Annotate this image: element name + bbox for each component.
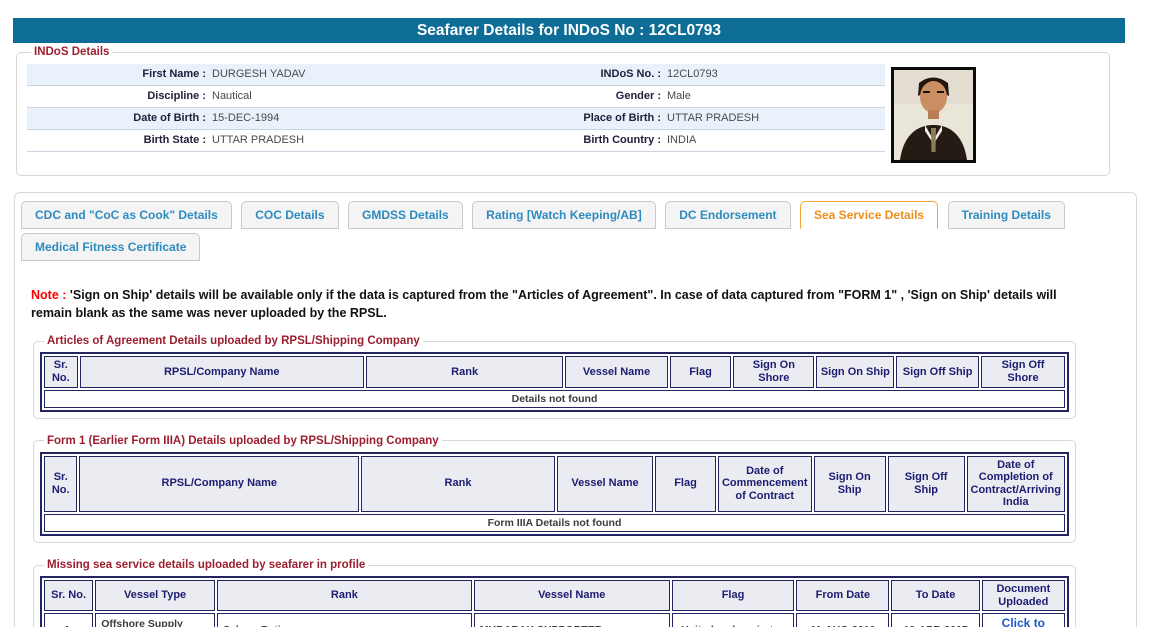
form1-section: Form 1 (Earlier Form IIIA) Details uploa… — [33, 435, 1076, 544]
table-row: Form IIIA Details not found — [44, 514, 1065, 532]
tab-sea-service-details[interactable]: Sea Service Details — [800, 201, 938, 229]
table-row: 1. Offshore Supply Vessel Saloon Rating … — [44, 613, 1065, 627]
detail-row: Date of Birth : 15-DEC-1994 Place of Bir… — [27, 108, 885, 130]
empty-message: Details not found — [44, 390, 1065, 408]
cell-from-date: 11-AUG-2016 — [796, 613, 889, 627]
col-rpsl-company-name: RPSL/Company Name — [80, 356, 364, 387]
page-title-bar: Seafarer Details for INDoS No : 12CL0793 — [13, 18, 1125, 43]
articles-of-agreement-legend: Articles of Agreement Details uploaded b… — [44, 335, 423, 347]
detail-row: Birth State : UTTAR PRADESH Birth Countr… — [27, 130, 885, 152]
articles-of-agreement-section: Articles of Agreement Details uploaded b… — [33, 335, 1076, 418]
cell-flag: United arab emirates — [672, 613, 795, 627]
tab-rating-watch-keeping-ab[interactable]: Rating [Watch Keeping/AB] — [472, 201, 656, 229]
col-flag: Flag — [670, 356, 732, 387]
tab-bar-row-2: Medical Fitness Certificate — [21, 233, 1136, 261]
sea-service-panel: CDC and "CoC as Cook" Details COC Detail… — [14, 192, 1137, 627]
cell-document-uploaded: Click to View — [982, 613, 1065, 627]
page: Seafarer Details for INDoS No : 12CL0793… — [0, 0, 1155, 627]
cell-rank: Saloon Rating — [217, 613, 472, 627]
note: Note : 'Sign on Ship' details will be av… — [31, 286, 1096, 322]
table-header-row: Sr. No. RPSL/Company Name Rank Vessel Na… — [44, 356, 1065, 387]
col-vessel-name: Vessel Name — [474, 580, 670, 611]
col-sign-on-ship: Sign On Ship — [816, 356, 894, 387]
click-to-view-link[interactable]: Click to View — [988, 616, 1059, 627]
field-value-gender: Male — [667, 86, 885, 107]
field-value-indos-no: 12CL0793 — [667, 64, 885, 85]
missing-sea-service-section: Missing sea service details uploaded by … — [33, 559, 1076, 627]
col-flag: Flag — [655, 456, 716, 513]
tab-gmdss-details[interactable]: GMDSS Details — [348, 201, 463, 229]
col-vessel-type: Vessel Type — [95, 580, 215, 611]
cell-sr-no: 1. — [44, 613, 93, 627]
tab-bar-row-1: CDC and "CoC as Cook" Details COC Detail… — [21, 201, 1136, 229]
missing-sea-service-table: Sr. No. Vessel Type Rank Vessel Name Fla… — [40, 576, 1069, 627]
field-label-birth-country: Birth Country : — [512, 130, 667, 151]
col-rank: Rank — [217, 580, 472, 611]
col-rpsl-company-name: RPSL/Company Name — [79, 456, 359, 513]
indos-details-legend: INDoS Details — [31, 46, 112, 58]
col-sign-off-shore: Sign Off Shore — [981, 356, 1065, 387]
indos-details-section: INDoS Details First Name : DURGESH YADAV… — [16, 46, 1110, 176]
form1-legend: Form 1 (Earlier Form IIIA) Details uploa… — [44, 435, 442, 447]
articles-of-agreement-table: Sr. No. RPSL/Company Name Rank Vessel Na… — [40, 352, 1069, 411]
missing-sea-service-legend: Missing sea service details uploaded by … — [44, 559, 368, 571]
seafarer-photo — [891, 67, 976, 163]
field-value-place-of-birth: UTTAR PRADESH — [667, 108, 885, 129]
field-label-indos-no: INDoS No. : — [512, 64, 667, 85]
page-title: Seafarer Details for INDoS No : 12CL0793 — [417, 22, 721, 39]
col-sign-off-ship: Sign Off Ship — [888, 456, 965, 513]
field-value-first-name: DURGESH YADAV — [212, 64, 512, 85]
tab-dc-endorsement[interactable]: DC Endorsement — [665, 201, 790, 229]
field-label-date-of-birth: Date of Birth : — [27, 108, 212, 129]
cell-vessel-type: Offshore Supply Vessel — [95, 613, 215, 627]
col-vessel-name: Vessel Name — [565, 356, 667, 387]
col-date-of-completion: Date of Completion of Contract/Arriving … — [967, 456, 1065, 513]
cell-to-date: 10-APR-2017 — [891, 613, 979, 627]
empty-message: Form IIIA Details not found — [44, 514, 1065, 532]
field-label-discipline: Discipline : — [27, 86, 212, 107]
field-label-birth-state: Birth State : — [27, 130, 212, 151]
tab-training-details[interactable]: Training Details — [948, 201, 1065, 229]
note-text: 'Sign on Ship' details will be available… — [31, 288, 1057, 320]
indos-details-table: First Name : DURGESH YADAV INDoS No. : 1… — [27, 64, 885, 152]
detail-row: First Name : DURGESH YADAV INDoS No. : 1… — [27, 64, 885, 86]
col-sr-no: Sr. No. — [44, 356, 78, 387]
col-rank: Rank — [361, 456, 555, 513]
col-rank: Rank — [366, 356, 564, 387]
detail-row: Discipline : Nautical Gender : Male — [27, 86, 885, 108]
field-value-discipline: Nautical — [212, 86, 512, 107]
col-sign-on-shore: Sign On Shore — [733, 356, 814, 387]
col-from-date: From Date — [796, 580, 889, 611]
field-value-date-of-birth: 15-DEC-1994 — [212, 108, 512, 129]
tab-cdc-coc-as-cook-details[interactable]: CDC and "CoC as Cook" Details — [21, 201, 232, 229]
col-sign-on-ship: Sign On Ship — [814, 456, 886, 513]
tab-medical-fitness-certificate[interactable]: Medical Fitness Certificate — [21, 233, 200, 261]
table-row: Details not found — [44, 390, 1065, 408]
col-document-uploaded: Document Uploaded — [982, 580, 1065, 611]
seafarer-photo-image — [894, 70, 973, 160]
form1-table: Sr. No. RPSL/Company Name Rank Vessel Na… — [40, 452, 1069, 537]
table-header-row: Sr. No. RPSL/Company Name Rank Vessel Na… — [44, 456, 1065, 513]
field-label-first-name: First Name : — [27, 64, 212, 85]
field-value-birth-country: INDIA — [667, 130, 885, 151]
note-label: Note : — [31, 288, 66, 302]
field-value-birth-state: UTTAR PRADESH — [212, 130, 512, 151]
table-header-row: Sr. No. Vessel Type Rank Vessel Name Fla… — [44, 580, 1065, 611]
col-sign-off-ship: Sign Off Ship — [896, 356, 979, 387]
field-label-place-of-birth: Place of Birth : — [512, 108, 667, 129]
field-label-gender: Gender : — [512, 86, 667, 107]
col-sr-no: Sr. No. — [44, 580, 93, 611]
col-date-of-commencement: Date of Commencement of Contract — [718, 456, 812, 513]
cell-vessel-name: MUBARAK SUPPORTER — [474, 613, 670, 627]
col-vessel-name: Vessel Name — [557, 456, 653, 513]
tab-coc-details[interactable]: COC Details — [241, 201, 338, 229]
col-sr-no: Sr. No. — [44, 456, 77, 513]
col-flag: Flag — [672, 580, 795, 611]
col-to-date: To Date — [891, 580, 979, 611]
